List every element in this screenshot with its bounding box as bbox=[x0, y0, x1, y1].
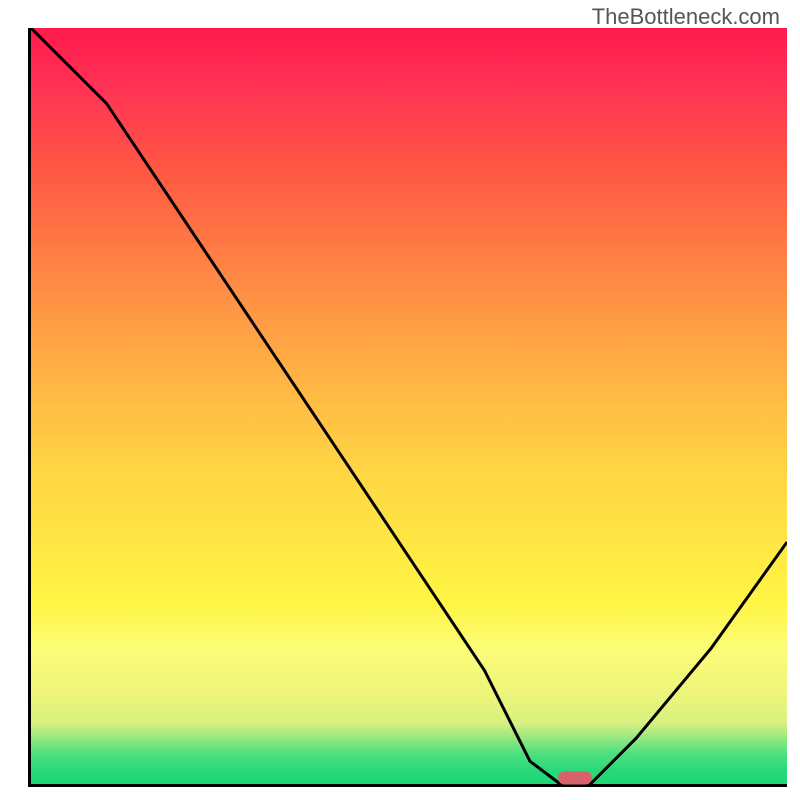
watermark-text: TheBottleneck.com bbox=[592, 4, 780, 30]
plot-area bbox=[28, 28, 787, 787]
curve-svg bbox=[31, 28, 787, 784]
chart-container: TheBottleneck.com bbox=[0, 0, 800, 800]
optimal-marker bbox=[558, 771, 592, 784]
bottleneck-curve bbox=[31, 28, 787, 784]
